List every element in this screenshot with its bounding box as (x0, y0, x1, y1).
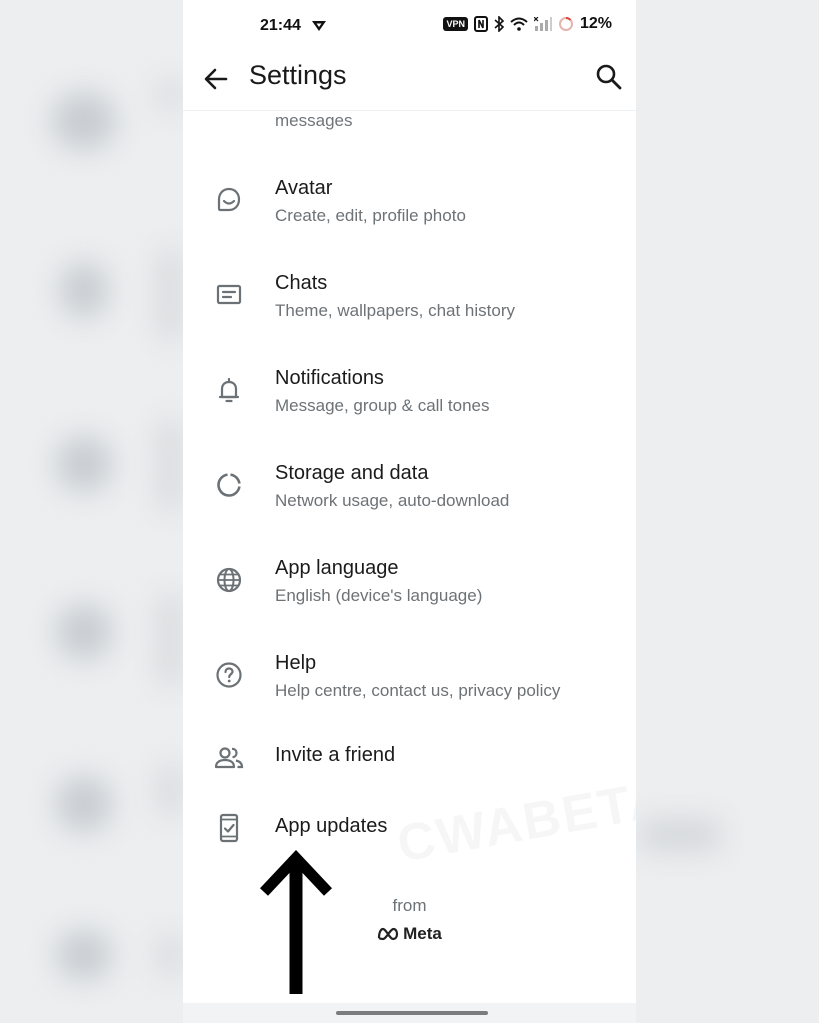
item-subtitle: Create, edit, profile photo (275, 206, 466, 225)
settings-item-avatar[interactable]: Avatar Create, edit, profile photo (183, 160, 636, 250)
settings-item-chats[interactable]: Chats Theme, wallpapers, chat history (183, 255, 636, 345)
chat-icon (216, 284, 242, 305)
help-icon (216, 662, 242, 688)
meta-brand: Meta (183, 924, 636, 944)
status-time: 21:44 (260, 17, 301, 34)
battery-percent: 12% (579, 15, 612, 32)
settings-item-app-language[interactable]: App language English (device's language) (183, 540, 636, 630)
battery-ring-icon (558, 16, 573, 31)
back-arrow-icon[interactable] (201, 64, 231, 94)
invite-friend-icon (214, 747, 244, 769)
status-icons: VPN 12% (443, 15, 612, 33)
settings-item-notifications[interactable]: Notifications Message, group & call tone… (183, 350, 636, 440)
app-bar: Settings (183, 52, 636, 111)
gesture-handle[interactable] (336, 1011, 488, 1015)
bluetooth-icon (494, 16, 504, 32)
bell-icon (218, 377, 240, 403)
search-icon[interactable] (594, 62, 624, 92)
nfc-icon (473, 16, 488, 32)
page-title: Settings (249, 60, 347, 90)
phone-screen: 21:44 VPN 12% Settings messages Avatar C… (183, 0, 636, 1023)
meta-text: Meta (403, 924, 442, 943)
signal-icon (533, 17, 552, 31)
location-icon (312, 21, 326, 31)
item-subtitle: Theme, wallpapers, chat history (275, 301, 515, 320)
settings-item-invite-friend[interactable]: Invite a friend (183, 730, 636, 788)
item-title: App language (275, 557, 399, 579)
annotation-arrow-icon (259, 850, 333, 994)
item-subtitle: Message, group & call tones (275, 396, 490, 415)
navigation-bar (183, 1003, 636, 1023)
settings-item-help[interactable]: Help Help centre, contact us, privacy po… (183, 635, 636, 725)
item-title: Chats (275, 272, 328, 294)
item-subtitle: Network usage, auto-download (275, 491, 510, 510)
item-title: App updates (275, 815, 388, 837)
item-title: Invite a friend (275, 744, 396, 766)
settings-item-storage[interactable]: Storage and data Network usage, auto-dow… (183, 445, 636, 535)
item-title: Avatar (275, 177, 333, 199)
storage-icon (217, 473, 241, 497)
item-title: Storage and data (275, 462, 429, 484)
item-title: Notifications (275, 367, 384, 389)
item-subtitle: English (device's language) (275, 586, 483, 605)
avatar-icon (217, 187, 241, 212)
wifi-icon (510, 17, 528, 31)
from-label: from (392, 896, 427, 915)
app-updates-icon (219, 813, 239, 843)
globe-icon (216, 567, 242, 593)
vpn-badge: VPN (443, 17, 468, 31)
partial-item-subtitle: messages (275, 111, 353, 130)
status-bar: 21:44 VPN 12% (183, 0, 636, 52)
item-title: Help (275, 652, 317, 674)
item-subtitle: Help centre, contact us, privacy policy (275, 681, 561, 700)
meta-logo-icon (378, 927, 399, 941)
